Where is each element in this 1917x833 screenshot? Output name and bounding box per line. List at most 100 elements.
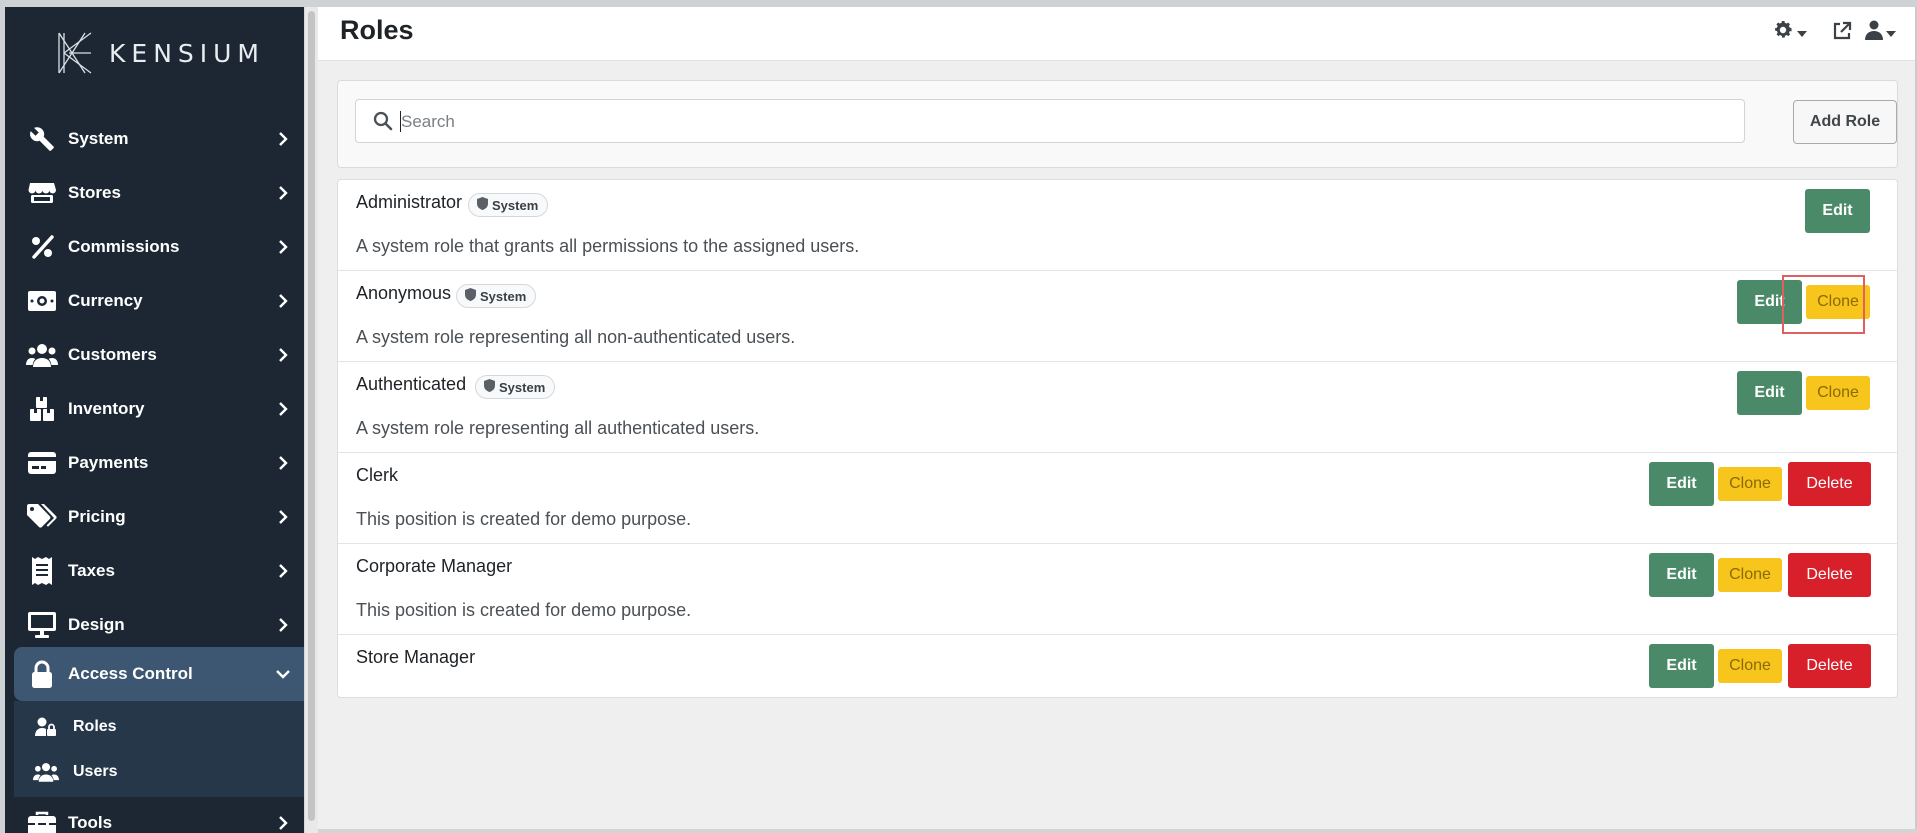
sidebar-item-label: Taxes xyxy=(68,561,115,580)
brand-logo[interactable]: KENSIUM xyxy=(55,31,265,75)
system-badge-label: System xyxy=(492,197,539,213)
access-control-submenu: Roles Users xyxy=(14,701,304,797)
edit-button[interactable]: Edit xyxy=(1737,371,1802,415)
delete-button[interactable]: Delete xyxy=(1788,462,1871,506)
settings-menu[interactable] xyxy=(1772,19,1807,46)
sidebar-item-label: Commissions xyxy=(68,237,180,256)
search-box[interactable] xyxy=(355,99,1745,143)
role-row-administrator: Administrator System A system role that … xyxy=(338,180,1897,271)
chevron-right-icon xyxy=(274,616,292,634)
kensium-logo-icon xyxy=(58,32,92,74)
search-input[interactable] xyxy=(401,109,1701,135)
shield-icon xyxy=(465,288,476,304)
sidebar-item-taxes[interactable]: Taxes xyxy=(5,544,304,598)
edit-button[interactable]: Edit xyxy=(1649,553,1714,597)
clone-button[interactable]: Clone xyxy=(1718,558,1782,592)
sidebar-item-label: Access Control xyxy=(68,664,193,683)
sidebar-item-tools[interactable]: Tools xyxy=(5,796,304,833)
user-menu[interactable] xyxy=(1865,20,1896,45)
caret-down-icon xyxy=(1886,24,1896,42)
sidebar-subitem-label: Roles xyxy=(73,718,117,735)
sidebar-item-payments[interactable]: Payments xyxy=(5,436,304,490)
sidebar-subitem-label: Users xyxy=(73,763,118,780)
sidebar-item-label: Stores xyxy=(68,183,121,202)
open-storefront-button[interactable] xyxy=(1832,21,1852,46)
sidebar-subitem-roles[interactable]: Roles xyxy=(14,705,304,749)
role-name: Administrator xyxy=(356,192,463,212)
role-description: A system role representing all authentic… xyxy=(356,418,760,438)
sidebar-item-access-control-row: Access Control xyxy=(5,647,304,701)
sidebar-item-access-control[interactable]: Access Control xyxy=(14,647,304,701)
edit-button[interactable]: Edit xyxy=(1737,280,1802,324)
clone-button[interactable]: Clone xyxy=(1806,376,1870,410)
sidebar-item-label: Payments xyxy=(68,453,149,472)
sidebar-item-customers[interactable]: Customers xyxy=(5,328,304,382)
boxes-icon xyxy=(26,393,58,425)
delete-button[interactable]: Delete xyxy=(1788,553,1871,597)
wrench-icon xyxy=(26,123,58,155)
sidebar-item-label: Design xyxy=(68,615,125,634)
sidebar-subitem-users[interactable]: Users xyxy=(14,750,304,794)
caret-down-icon xyxy=(1797,24,1807,42)
sidebar-item-label: Tools xyxy=(68,813,113,832)
sidebar: KENSIUM System Stores Commissions Curren… xyxy=(5,7,304,833)
sidebar-item-inventory[interactable]: Inventory xyxy=(5,382,304,436)
sidebar-scrollbar[interactable] xyxy=(304,7,318,833)
role-row-anonymous: Anonymous System A system role represent… xyxy=(338,271,1897,362)
system-badge: System xyxy=(468,193,549,217)
edit-button[interactable]: Edit xyxy=(1649,462,1714,506)
sidebar-item-pricing[interactable]: Pricing xyxy=(5,490,304,544)
role-name: Store Manager xyxy=(356,647,476,667)
search-panel: Add Role xyxy=(337,80,1898,168)
brand-name: KENSIUM xyxy=(109,38,266,68)
sidebar-item-label: Currency xyxy=(68,291,143,310)
edit-button[interactable]: Edit xyxy=(1805,189,1870,233)
shield-icon xyxy=(477,197,488,213)
monitor-icon xyxy=(26,609,58,641)
clone-button[interactable]: Clone xyxy=(1718,467,1782,501)
role-name: Corporate Manager xyxy=(356,556,513,576)
role-name: Authenticated xyxy=(356,374,467,394)
chevron-down-icon xyxy=(274,665,292,683)
role-row-authenticated: Authenticated System A system role repre… xyxy=(338,362,1897,453)
external-link-icon xyxy=(1832,21,1852,46)
system-badge-label: System xyxy=(480,288,527,304)
users-icon xyxy=(26,339,58,371)
system-badge: System xyxy=(475,375,556,399)
user-icon xyxy=(1865,20,1883,45)
window-edge xyxy=(318,829,1917,833)
scrollbar-thumb[interactable] xyxy=(308,11,315,821)
chevron-right-icon xyxy=(274,184,292,202)
chevron-right-icon xyxy=(274,238,292,256)
credit-card-icon xyxy=(26,447,58,479)
money-bill-icon xyxy=(26,285,58,317)
role-name: Anonymous xyxy=(356,283,452,303)
chevron-right-icon xyxy=(274,292,292,310)
user-lock-icon xyxy=(33,714,59,740)
chevron-right-icon xyxy=(274,562,292,580)
sidebar-item-design[interactable]: Design xyxy=(5,598,304,652)
roles-list: Administrator System A system role that … xyxy=(337,179,1898,698)
role-description: A system role representing all non-authe… xyxy=(356,327,796,347)
role-row-corporate-manager: Corporate Manager This position is creat… xyxy=(338,544,1897,635)
role-description: This position is created for demo purpos… xyxy=(356,509,692,529)
add-role-button[interactable]: Add Role xyxy=(1793,100,1897,144)
sidebar-item-label: Pricing xyxy=(68,507,126,526)
clone-button[interactable]: Clone xyxy=(1806,285,1870,319)
sidebar-item-commissions[interactable]: Commissions xyxy=(5,220,304,274)
top-bar: Roles xyxy=(318,7,1917,61)
receipt-icon xyxy=(26,555,58,587)
sidebar-item-system[interactable]: System xyxy=(5,112,304,166)
sidebar-item-stores[interactable]: Stores xyxy=(5,166,304,220)
sidebar-item-currency[interactable]: Currency xyxy=(5,274,304,328)
percent-icon xyxy=(26,231,58,263)
page-title: Roles xyxy=(340,15,414,45)
role-name: Clerk xyxy=(356,465,399,485)
tags-icon xyxy=(26,501,58,533)
sidebar-item-label: Inventory xyxy=(68,399,145,418)
chevron-right-icon xyxy=(274,346,292,364)
chevron-right-icon xyxy=(274,400,292,418)
delete-button[interactable]: Delete xyxy=(1788,644,1871,688)
clone-button[interactable]: Clone xyxy=(1718,649,1782,683)
edit-button[interactable]: Edit xyxy=(1649,644,1714,688)
